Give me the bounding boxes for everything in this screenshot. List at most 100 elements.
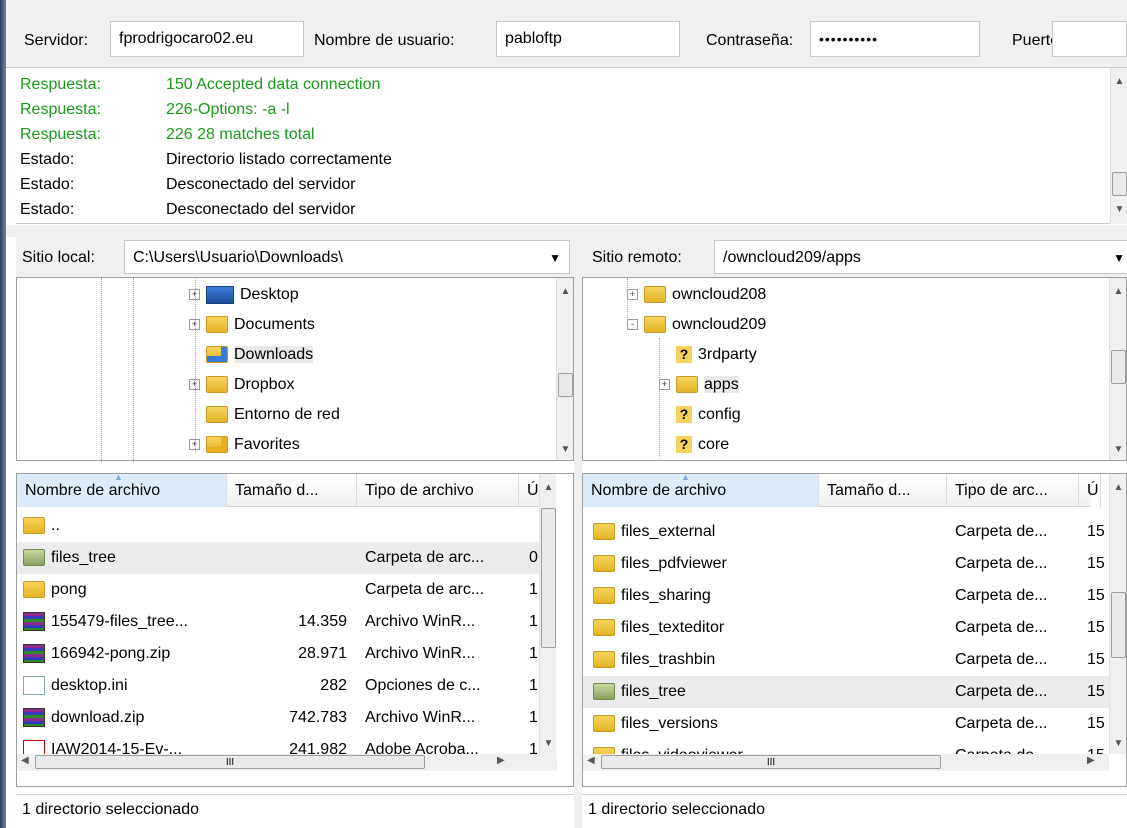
file-name: files_tree <box>51 549 116 566</box>
expand-icon[interactable]: + <box>659 379 670 391</box>
tree-item-label: config <box>698 406 741 423</box>
port-input[interactable] <box>1052 21 1127 57</box>
table-row[interactable]: files_texteditor Carpeta de... 15 <box>583 612 1109 644</box>
local-list-scrollbar[interactable]: ▲ ▼ <box>539 474 556 754</box>
tree-item[interactable]: Entorno de red <box>189 400 340 430</box>
scroll-left-icon[interactable]: ◀ <box>587 755 595 766</box>
file-modified: 15 <box>1087 683 1105 700</box>
file-name: 155479-files_tree... <box>51 613 188 630</box>
tree-item[interactable]: + Favorites <box>189 430 300 460</box>
tree-item[interactable]: + Documents <box>189 310 315 340</box>
scroll-right-icon[interactable]: ▶ <box>497 755 505 766</box>
scroll-right-icon[interactable]: ▶ <box>1087 755 1095 766</box>
local-file-list[interactable]: Nombre de archivo Tamaño d... Tipo de ar… <box>16 472 574 787</box>
file-size: 282 <box>320 677 347 694</box>
file-modified: 15 <box>1087 619 1105 636</box>
table-row[interactable]: pong Carpeta de arc... 1 <box>17 574 541 606</box>
table-row[interactable]: .. <box>17 510 541 542</box>
table-row[interactable]: files_tree Carpeta de arc... 0 <box>17 542 541 574</box>
column-header-type[interactable]: Tipo de arc... <box>947 474 1079 507</box>
password-input[interactable]: •••••••••• <box>810 21 980 57</box>
remote-tree[interactable]: + owncloud208 - owncloud209? 3rdparty + apps? c… <box>582 277 1127 461</box>
ini-file-icon <box>23 676 45 696</box>
local-path-select[interactable]: C:\Users\Usuario\Downloads\ ▼ <box>124 240 570 274</box>
table-row[interactable]: 155479-files_tree... 14.359 Archivo WinR..… <box>17 606 541 638</box>
table-row[interactable]: 166942-pong.zip 28.971 Archivo WinR... 1 <box>17 638 541 670</box>
tree-item-label: Downloads <box>234 346 314 363</box>
scroll-thumb[interactable] <box>541 508 556 648</box>
scroll-up-icon[interactable]: ▲ <box>1110 482 1127 493</box>
tree-item[interactable]: + owncloud208 <box>627 280 766 310</box>
table-row[interactable]: files_pdfviewer Carpeta de... 15 <box>583 548 1109 580</box>
splitter-vertical[interactable] <box>574 237 582 828</box>
scroll-left-icon[interactable]: ◀ <box>21 755 29 766</box>
tree-guide <box>133 278 134 462</box>
remote-path-select[interactable]: /owncloud209/apps ▼ <box>714 240 1127 274</box>
local-list-hscrollbar[interactable]: ◀ III ▶ <box>17 754 557 771</box>
hscroll-thumb[interactable]: III <box>35 755 425 769</box>
table-row[interactable]: files_external Carpeta de... 15 <box>583 516 1109 548</box>
column-header-modified[interactable]: Ú <box>519 474 541 507</box>
table-row[interactable]: files_tree Carpeta de... 15 <box>583 676 1109 708</box>
column-header-size[interactable]: Tamaño d... <box>819 474 947 507</box>
file-size: 28.971 <box>298 645 347 662</box>
log-scroll-thumb[interactable] <box>1112 172 1127 196</box>
tree-item[interactable]: ? config <box>659 400 741 430</box>
tree-item[interactable]: + Dropbox <box>189 370 294 400</box>
tree-item[interactable]: - owncloud209 <box>627 310 766 340</box>
file-name-cell: desktop.ini <box>23 670 223 702</box>
scroll-up-icon[interactable]: ▲ <box>557 286 574 297</box>
username-input[interactable]: pabloftp <box>496 21 680 57</box>
collapse-icon[interactable]: - <box>627 319 638 331</box>
table-row[interactable]: files_versions Carpeta de... 15 <box>583 708 1109 740</box>
log-scroll-up-icon[interactable]: ▲ <box>1111 76 1127 87</box>
file-modified: 15 <box>1087 523 1105 540</box>
downloads-folder-icon <box>206 346 228 364</box>
tree-item[interactable]: ? core <box>659 430 729 460</box>
tree-item[interactable]: + apps <box>659 370 739 400</box>
message-log[interactable]: Respuesta: 150 Accepted data connection Re… <box>16 68 1127 224</box>
scroll-thumb[interactable] <box>1111 592 1126 658</box>
column-header-type[interactable]: Tipo de archivo <box>357 474 519 507</box>
tree-item-label: Dropbox <box>234 376 295 393</box>
remote-list-scrollbar[interactable]: ▲ ▼ <box>1109 474 1126 754</box>
local-site-label: Sitio local: <box>22 249 95 266</box>
remote-file-list[interactable]: Nombre de archivo Tamaño d... Tipo de ar… <box>582 472 1127 787</box>
column-header-name[interactable]: Nombre de archivo <box>583 474 819 507</box>
scroll-down-icon[interactable]: ▼ <box>540 738 557 749</box>
server-input[interactable]: fprodrigocaro02.eu <box>110 21 304 57</box>
scroll-down-icon[interactable]: ▼ <box>1110 738 1127 749</box>
file-name: pong <box>51 581 87 598</box>
remote-list-hscrollbar[interactable]: ◀ III ▶ <box>583 754 1109 771</box>
scroll-up-icon[interactable]: ▲ <box>1110 286 1127 297</box>
local-status-bar: 1 directorio seleccionado <box>16 794 574 828</box>
tree-item[interactable]: ? 3rdparty <box>659 340 757 370</box>
column-header-modified[interactable]: Ú <box>1079 474 1101 507</box>
expand-icon[interactable]: + <box>627 289 638 301</box>
tree-item[interactable]: Downloads <box>189 340 314 370</box>
remote-tree-scrollbar[interactable]: ▲ ▼ <box>1109 278 1126 460</box>
scroll-thumb[interactable] <box>558 373 573 397</box>
log-scroll-down-icon[interactable]: ▼ <box>1111 204 1127 215</box>
scroll-up-icon[interactable]: ▲ <box>540 482 557 493</box>
table-row[interactable]: files_sharing Carpeta de... 15 <box>583 580 1109 612</box>
file-modified: 15 <box>1087 587 1105 604</box>
log-scrollbar[interactable]: ▲ ▼ <box>1110 68 1127 224</box>
log-message: 226-Options: -a -l <box>166 101 290 118</box>
hscroll-thumb[interactable]: III <box>601 755 941 769</box>
scroll-thumb[interactable] <box>1111 350 1126 384</box>
documents-folder-icon <box>206 316 228 334</box>
tree-item[interactable]: + Desktop <box>189 280 299 310</box>
scroll-down-icon[interactable]: ▼ <box>1110 444 1127 455</box>
local-tree-scrollbar[interactable]: ▲ ▼ <box>556 278 573 460</box>
tree-guide <box>627 278 628 324</box>
splitter-horizontal[interactable] <box>6 225 1127 237</box>
table-row[interactable]: download.zip 742.783 Archivo WinR... 1 <box>17 702 541 734</box>
folder-icon <box>593 555 615 573</box>
table-row[interactable]: desktop.ini 282 Opciones de c... 1 <box>17 670 541 702</box>
local-tree[interactable]: + Desktop + Documents Downloads + Dropbox Entor… <box>16 277 574 462</box>
folder-icon <box>23 581 45 599</box>
table-row[interactable]: files_trashbin Carpeta de... 15 <box>583 644 1109 676</box>
scroll-down-icon[interactable]: ▼ <box>557 444 574 455</box>
column-header-size[interactable]: Tamaño d... <box>227 474 357 507</box>
